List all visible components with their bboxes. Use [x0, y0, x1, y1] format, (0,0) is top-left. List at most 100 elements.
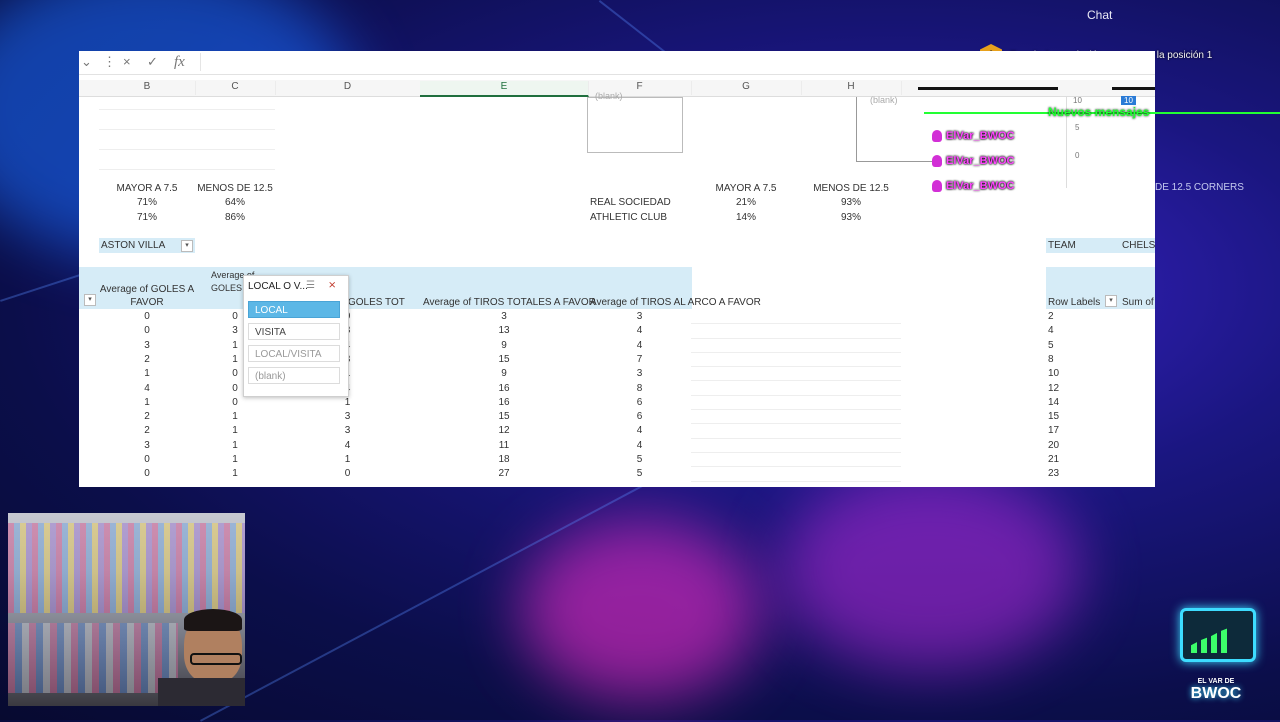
- row-label-cell[interactable]: 5: [1048, 340, 1054, 351]
- table-cell[interactable]: 27: [420, 468, 588, 479]
- row-label-cell[interactable]: 14: [1048, 397, 1059, 408]
- chat-message: ElVar_BWOC: [932, 180, 1014, 192]
- table-cell[interactable]: 5: [588, 468, 691, 479]
- table-cell[interactable]: 3: [99, 440, 195, 451]
- table-cell[interactable]: 13: [420, 325, 588, 336]
- table-cell[interactable]: 11: [420, 440, 588, 451]
- chevron-down-icon[interactable]: ⌄: [81, 54, 92, 70]
- table-cell[interactable]: 1: [195, 468, 275, 479]
- table-cell[interactable]: 2: [99, 411, 195, 422]
- table-cell[interactable]: 4: [588, 440, 691, 451]
- table-cell[interactable]: 2: [99, 354, 195, 365]
- table-cell[interactable]: 6: [588, 397, 691, 408]
- chat-username[interactable]: ElVar_BWOC: [946, 155, 1014, 167]
- clear-filter-icon[interactable]: ⨯: [328, 280, 336, 291]
- row-label-cell[interactable]: 2: [1048, 311, 1054, 322]
- table-cell[interactable]: 3: [275, 411, 420, 422]
- mini-slicer-box[interactable]: [587, 97, 683, 153]
- summary-value: 93%: [840, 212, 861, 223]
- table-cell[interactable]: 4: [99, 383, 195, 394]
- row-filter-dropdown-icon[interactable]: ▾: [84, 294, 96, 306]
- chat-username[interactable]: ElVar_BWOC: [946, 180, 1014, 192]
- table-cell[interactable]: 3: [588, 368, 691, 379]
- table-cell[interactable]: 1: [275, 454, 420, 465]
- cancel-icon[interactable]: ×: [123, 54, 131, 69]
- right-sum-of: Sum of: [1122, 297, 1154, 308]
- row-label-cell[interactable]: 12: [1048, 383, 1059, 394]
- table-cell[interactable]: 0: [195, 397, 275, 408]
- local-visita-slicer[interactable]: LOCAL O V... ☰ ⨯ LOCAL VISITA LOCAL/VISI…: [243, 275, 349, 397]
- table-cell[interactable]: 16: [420, 383, 588, 394]
- column-header-e[interactable]: E: [420, 81, 589, 97]
- table-cell[interactable]: 1: [99, 368, 195, 379]
- table-cell[interactable]: 1: [195, 454, 275, 465]
- confirm-icon[interactable]: ✓: [147, 54, 158, 70]
- table-row: 40416812: [79, 382, 1155, 396]
- team-filter-value[interactable]: ASTON VILLA: [101, 240, 165, 251]
- table-cell[interactable]: 1: [195, 440, 275, 451]
- column-header-c[interactable]: C: [195, 81, 276, 95]
- row-label-cell[interactable]: 15: [1048, 411, 1059, 422]
- formula-input[interactable]: [200, 53, 1149, 71]
- table-cell[interactable]: 1: [275, 397, 420, 408]
- table-cell[interactable]: 0: [275, 468, 420, 479]
- filter-dropdown-icon[interactable]: ▾: [181, 240, 193, 252]
- row-label-cell[interactable]: 10: [1048, 368, 1059, 379]
- more-options-icon[interactable]: ⋮: [103, 54, 116, 70]
- table-cell[interactable]: 8: [588, 383, 691, 394]
- table-cell[interactable]: 1: [195, 411, 275, 422]
- row-label-cell[interactable]: 21: [1048, 454, 1059, 465]
- right-team-value[interactable]: CHELSE: [1122, 240, 1155, 251]
- row-label-cell[interactable]: 4: [1048, 325, 1054, 336]
- slicer-item-blank[interactable]: (blank): [248, 367, 340, 384]
- new-messages-label[interactable]: Nuevos mensajes: [1048, 105, 1149, 119]
- table-cell[interactable]: 15: [420, 411, 588, 422]
- column-header-d[interactable]: D: [275, 81, 421, 95]
- table-cell[interactable]: 7: [588, 354, 691, 365]
- row-label-cell[interactable]: 23: [1048, 468, 1059, 479]
- slicer-item-local-visita[interactable]: LOCAL/VISITA: [248, 345, 340, 362]
- multi-select-icon[interactable]: ☰: [306, 280, 315, 291]
- table-cell[interactable]: 6: [588, 411, 691, 422]
- table-cell[interactable]: 16: [420, 397, 588, 408]
- table-cell[interactable]: 4: [275, 440, 420, 451]
- slicer-item-visita[interactable]: VISITA: [248, 323, 340, 340]
- table-cell[interactable]: 9: [420, 368, 588, 379]
- chat-username[interactable]: ElVar_BWOC: [946, 130, 1014, 142]
- table-cell[interactable]: 3: [588, 311, 691, 322]
- person-body: [158, 678, 245, 706]
- table-cell[interactable]: 18: [420, 454, 588, 465]
- row-label-cell[interactable]: 17: [1048, 425, 1059, 436]
- mini-slicer-blank[interactable]: (blank): [595, 91, 623, 101]
- table-cell[interactable]: 5: [588, 454, 691, 465]
- table-cell[interactable]: 4: [588, 325, 691, 336]
- table-cell[interactable]: 4: [588, 425, 691, 436]
- table-cell[interactable]: 3: [99, 340, 195, 351]
- table-row: 314945: [79, 339, 1155, 353]
- chat-message: ElVar_BWOC: [932, 130, 1014, 142]
- table-cell[interactable]: 3: [275, 425, 420, 436]
- table-cell[interactable]: 1: [195, 425, 275, 436]
- table-cell[interactable]: 3: [420, 311, 588, 322]
- column-header-b[interactable]: B: [99, 81, 196, 95]
- table-cell[interactable]: 9: [420, 340, 588, 351]
- table-cell[interactable]: 0: [99, 468, 195, 479]
- mini-slicer-box-2[interactable]: [856, 97, 941, 162]
- table-cell[interactable]: 12: [420, 425, 588, 436]
- row-label-cell[interactable]: 8: [1048, 354, 1054, 365]
- table-cell[interactable]: 0: [99, 325, 195, 336]
- bg-glow-pink: [780, 470, 1080, 670]
- table-cell[interactable]: 4: [588, 340, 691, 351]
- table-cell[interactable]: 0: [99, 311, 195, 322]
- row-labels-filter-icon[interactable]: ▾: [1105, 295, 1117, 307]
- slicer-item-local[interactable]: LOCAL: [248, 301, 340, 318]
- row-label-cell[interactable]: 20: [1048, 440, 1059, 451]
- mini-slicer-blank-2[interactable]: (blank): [870, 95, 898, 105]
- table-cell[interactable]: 0: [99, 454, 195, 465]
- column-header-g[interactable]: G: [691, 81, 802, 95]
- column-header-h[interactable]: H: [801, 81, 902, 95]
- fx-icon[interactable]: fx: [174, 54, 185, 71]
- table-cell[interactable]: 1: [99, 397, 195, 408]
- table-cell[interactable]: 15: [420, 354, 588, 365]
- table-cell[interactable]: 2: [99, 425, 195, 436]
